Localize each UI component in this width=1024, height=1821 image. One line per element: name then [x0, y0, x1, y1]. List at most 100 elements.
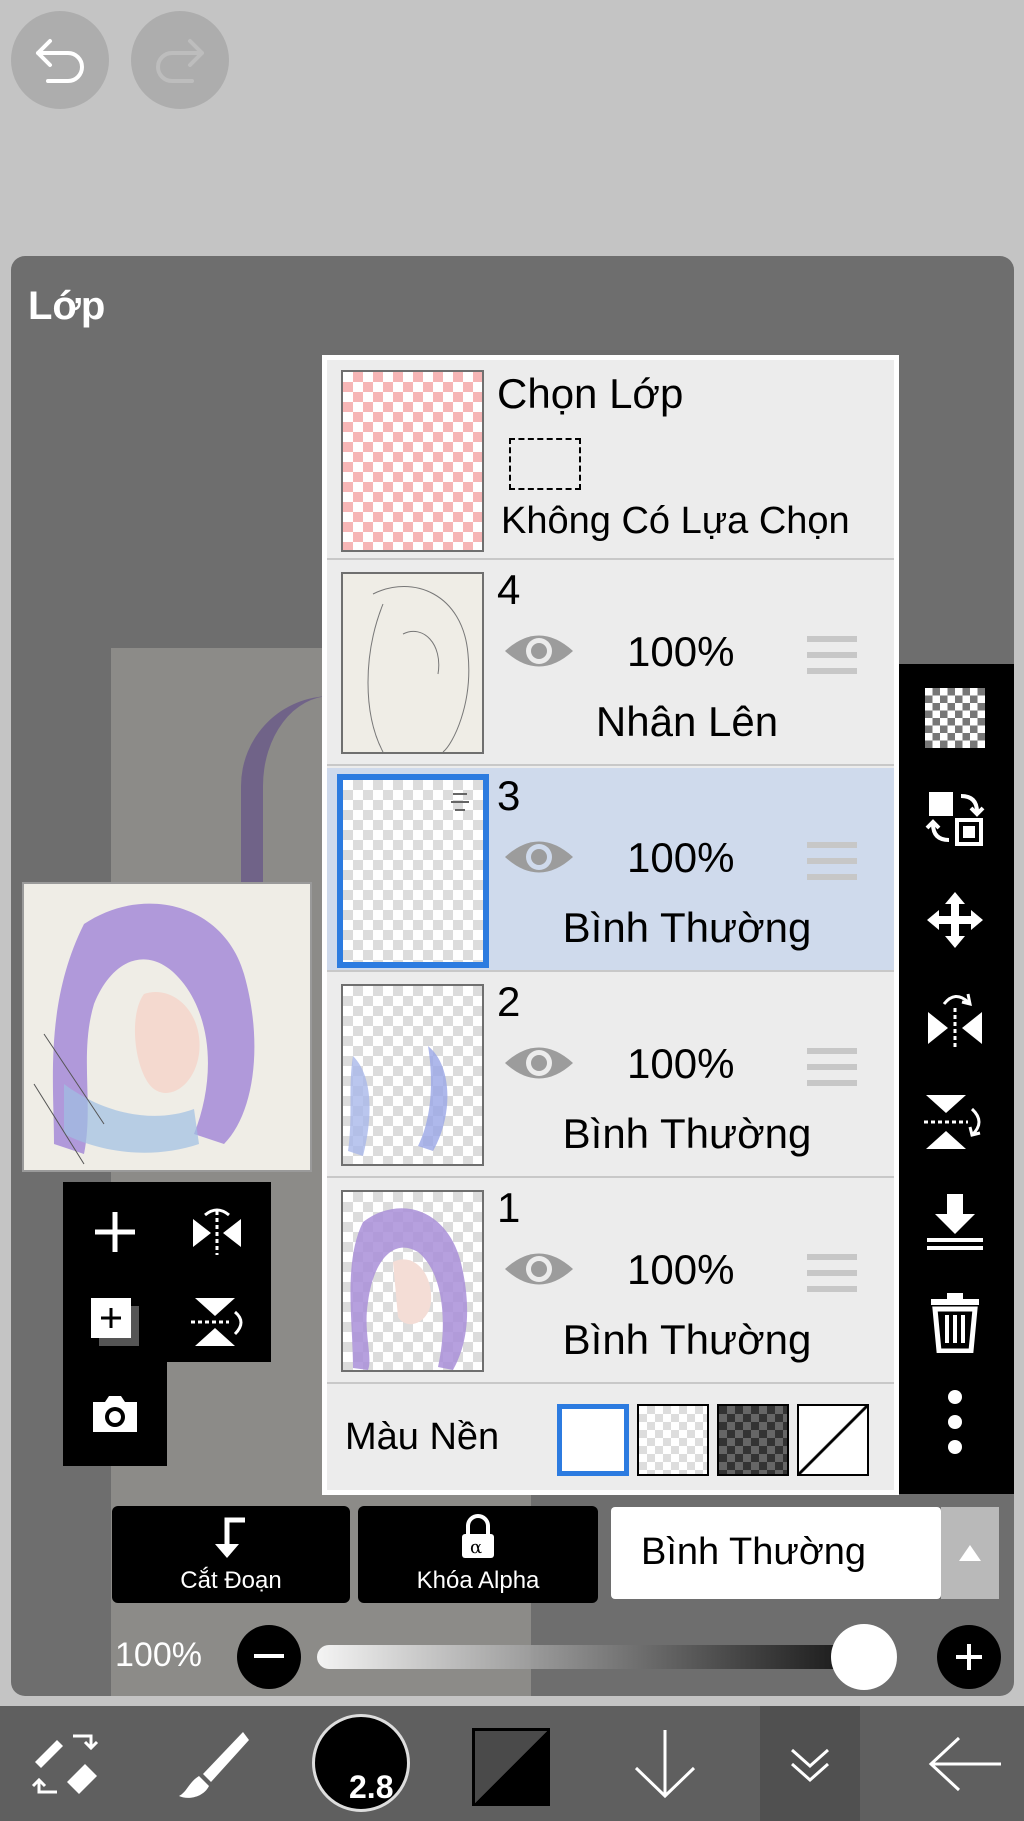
merge-down-icon — [927, 1194, 983, 1250]
clipping-button[interactable]: Cắt Đoạn — [112, 1506, 350, 1603]
merge-down-button[interactable] — [919, 1186, 991, 1258]
add-layer-button[interactable] — [83, 1200, 147, 1264]
flip-horizontal-layer-button[interactable] — [919, 984, 991, 1056]
layer-row-2[interactable]: 2 100% Bình Thường — [327, 974, 894, 1178]
camera-button[interactable] — [83, 1382, 147, 1446]
layer-thumbnail — [341, 984, 484, 1166]
background-dark-swatch[interactable] — [717, 1404, 789, 1476]
delete-layer-button[interactable] — [919, 1286, 991, 1358]
brush-size-value: 2.8 — [349, 1769, 394, 1805]
more-options-button[interactable] — [919, 1386, 991, 1458]
flip-horizontal-icon — [928, 993, 982, 1048]
layer-opacity[interactable]: 100% — [627, 834, 734, 882]
opacity-slider[interactable] — [317, 1645, 897, 1669]
alpha-lock-button[interactable]: α Khóa Alpha — [358, 1506, 598, 1603]
background-white-swatch[interactable] — [557, 1404, 629, 1476]
undo-button[interactable] — [11, 11, 109, 109]
undo-icon — [36, 39, 84, 83]
layer-quick-tools — [63, 1182, 271, 1362]
opacity-increase-button[interactable] — [937, 1625, 1001, 1689]
layer-number: 4 — [497, 566, 521, 613]
layer-down-button[interactable] — [620, 1706, 710, 1821]
panel-title: Lớp — [28, 284, 106, 328]
back-button[interactable] — [920, 1706, 1010, 1821]
duplicate-layer-button[interactable] — [83, 1290, 147, 1354]
brush-icon — [179, 1731, 249, 1798]
layer-blend-mode[interactable]: Bình Thường — [507, 1316, 867, 1364]
selection-marquee-icon — [509, 438, 581, 490]
layer-number: 2 — [497, 978, 521, 1025]
layer-opacity[interactable]: 100% — [627, 628, 734, 676]
background-color-row: Màu Nền — [327, 1386, 894, 1490]
layer-visibility-toggle[interactable] — [503, 628, 575, 679]
clipping-label: Cắt Đoạn — [180, 1567, 282, 1594]
eye-icon — [505, 1047, 573, 1079]
layer-opacity[interactable]: 100% — [627, 1040, 734, 1088]
move-layer-button[interactable] — [919, 884, 991, 956]
background-label: Màu Nền — [345, 1416, 500, 1458]
camera-icon — [93, 1396, 137, 1432]
flip-vertical-layer-button[interactable] — [919, 1086, 991, 1158]
tool-switch-button[interactable] — [20, 1706, 110, 1821]
svg-text:α: α — [470, 1537, 482, 1558]
layer-blend-mode[interactable]: Bình Thường — [507, 1110, 867, 1158]
drag-handle-icon[interactable] — [807, 636, 857, 684]
eye-icon — [505, 1253, 573, 1285]
brush-size-button[interactable]: 2.8 — [312, 1714, 410, 1812]
opacity-decrease-button[interactable] — [237, 1625, 301, 1689]
eye-icon — [505, 841, 573, 873]
blend-mode-dropdown-button[interactable] — [941, 1507, 999, 1599]
plus-icon — [95, 1212, 135, 1252]
triangle-up-icon — [959, 1545, 981, 1561]
layer-thumbnail — [341, 1190, 484, 1372]
layer-actions-toolbar — [899, 664, 1014, 1494]
background-none-swatch[interactable] — [797, 1404, 869, 1476]
drag-handle-icon[interactable] — [807, 1048, 857, 1096]
background-transparent-swatch[interactable] — [637, 1404, 709, 1476]
layer-thumbnail — [341, 572, 484, 754]
drag-handle-icon[interactable] — [807, 1254, 857, 1302]
bottom-toolbar: 2.8 — [0, 1706, 1024, 1821]
layer-visibility-toggle[interactable] — [503, 1246, 575, 1297]
layers-collapse-button[interactable] — [760, 1706, 860, 1821]
swap-icon — [925, 792, 985, 846]
layer-blend-mode[interactable]: Nhân Lên — [507, 698, 867, 746]
lock-icon: α — [462, 1514, 494, 1558]
flip-vertical-icon — [924, 1095, 981, 1149]
blend-mode-select[interactable]: Bình Thường — [611, 1507, 941, 1599]
flip-vertical-icon — [191, 1298, 243, 1346]
redo-button[interactable] — [131, 11, 229, 109]
layer-visibility-toggle[interactable] — [503, 1040, 575, 1091]
minus-icon — [254, 1654, 284, 1658]
brush-eraser-switch-icon — [31, 1734, 99, 1794]
arrow-down-icon — [634, 1729, 696, 1798]
layer-row-3[interactable]: 3 100% Bình Thường — [327, 768, 894, 972]
opacity-value: 100% — [115, 1636, 202, 1674]
layer-number: 1 — [497, 1184, 521, 1231]
drag-handle-icon[interactable] — [807, 842, 857, 890]
redo-icon — [156, 39, 204, 83]
flip-horizontal-button[interactable] — [185, 1200, 249, 1264]
double-chevron-down-icon — [791, 1748, 829, 1782]
layer-row-1[interactable]: 1 100% Bình Thường — [327, 1180, 894, 1384]
color-picker-button[interactable] — [472, 1728, 550, 1806]
selection-layer-row[interactable]: Chọn Lớp Không Có Lựa Chọn — [327, 360, 894, 560]
opacity-slider-knob[interactable] — [831, 1624, 897, 1690]
swap-layer-button[interactable] — [919, 782, 991, 854]
layer-blend-mode[interactable]: Bình Thường — [507, 904, 867, 952]
layer-row-4[interactable]: 4 100% Nhân Lên — [327, 562, 894, 766]
camera-tool-box — [63, 1362, 167, 1466]
layer-opacity[interactable]: 100% — [627, 1246, 734, 1294]
layer-number: 3 — [497, 772, 521, 819]
transparency-button[interactable] — [919, 682, 991, 754]
layer-visibility-toggle[interactable] — [503, 834, 575, 885]
duplicate-layer-icon — [91, 1298, 139, 1346]
flip-vertical-button[interactable] — [185, 1290, 249, 1354]
brush-tool-button[interactable] — [166, 1706, 256, 1821]
trash-icon — [931, 1293, 979, 1353]
eye-icon — [505, 635, 573, 667]
checker-icon — [925, 688, 985, 748]
clipping-arrow-icon — [215, 1517, 245, 1558]
blend-mode-value: Bình Thường — [641, 1531, 867, 1573]
plus-icon — [956, 1644, 982, 1670]
